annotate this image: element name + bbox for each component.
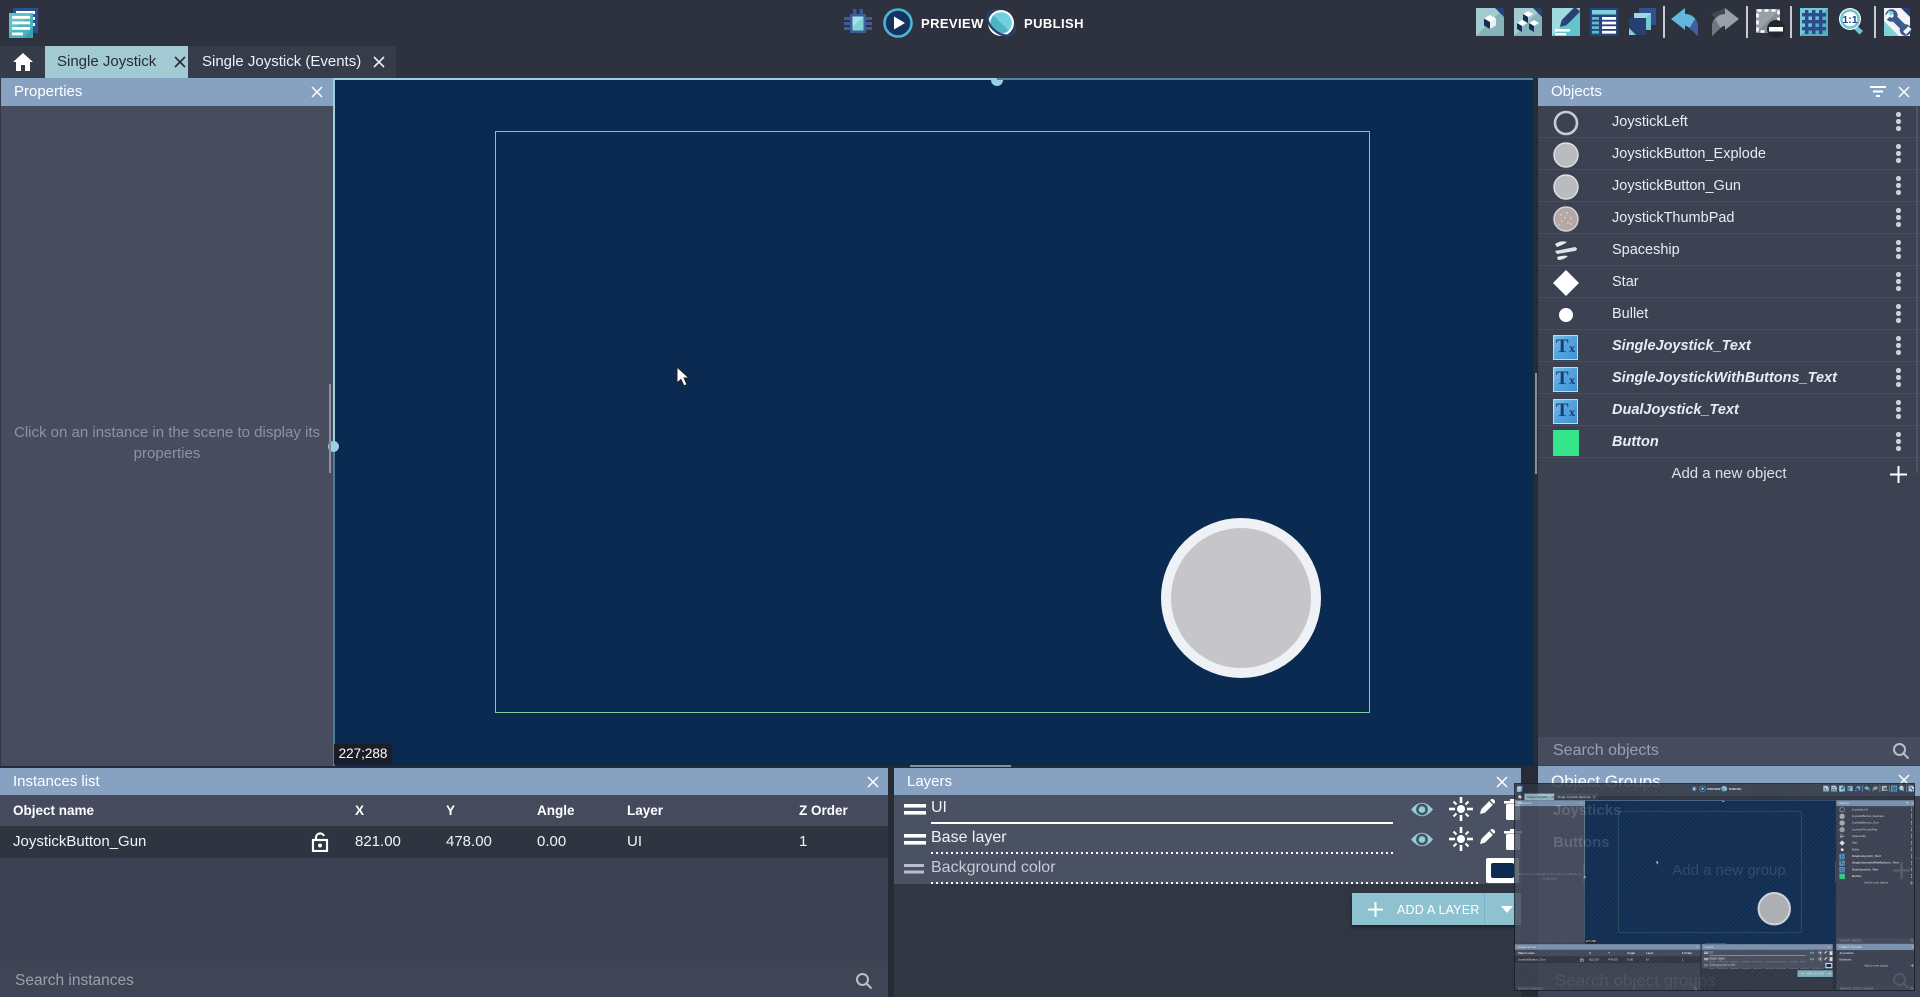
svg-text:1:1: 1:1 (1842, 14, 1857, 26)
svg-text:1:1: 1:1 (1900, 788, 1904, 790)
